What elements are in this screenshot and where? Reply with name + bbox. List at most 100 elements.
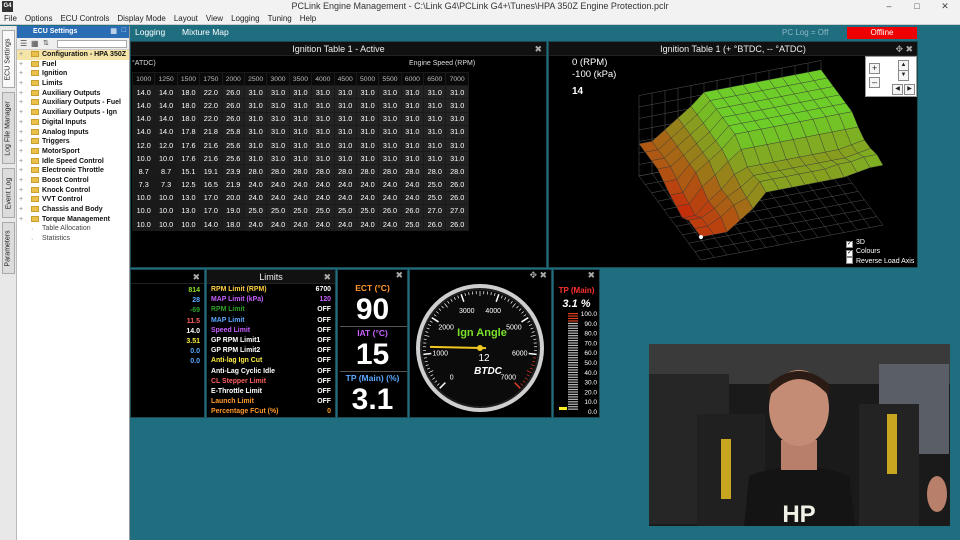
table-cell[interactable]: 31.0: [423, 124, 447, 139]
table-cell[interactable]: 31.0: [400, 137, 425, 153]
table-cell[interactable]: 31.0: [400, 98, 425, 113]
table-cell[interactable]: 31.0: [311, 137, 335, 153]
table-cell[interactable]: 10.0: [154, 203, 178, 219]
table-cell[interactable]: 28.0: [311, 164, 335, 179]
table-cell[interactable]: 31.0: [355, 85, 380, 100]
table-cell[interactable]: 31.0: [333, 124, 357, 139]
table-cell[interactable]: 25.6: [221, 137, 245, 153]
table-cell[interactable]: 31.0: [333, 137, 357, 153]
expand-icon[interactable]: +: [19, 98, 23, 108]
table-cell[interactable]: 31.0: [378, 137, 402, 153]
table-cell[interactable]: 25.6: [221, 151, 245, 166]
tree-item[interactable]: + Idle Speed Control: [17, 157, 129, 167]
tab-logging[interactable]: Logging: [135, 27, 165, 37]
ignition-table-grid[interactable]: 1000 1250 1500 1750 2000 2500 3000 3500 4000 4500…: [131, 71, 469, 232]
table-cell[interactable]: 20.0: [221, 190, 245, 205]
sidebar-close-icon[interactable]: □: [122, 27, 126, 34]
expand-icon[interactable]: +: [19, 147, 23, 157]
menu-tuning[interactable]: Tuning: [264, 13, 296, 23]
tree-item[interactable]: + Auxiliary Outputs: [17, 89, 129, 99]
table-cell[interactable]: 13.0: [176, 203, 201, 219]
table-cell[interactable]: 24.0: [378, 217, 402, 232]
table-cell[interactable]: 14.0: [199, 217, 223, 232]
table-cell[interactable]: 14.0: [154, 98, 178, 113]
table-cell[interactable]: 17.6: [176, 137, 201, 153]
table-cell[interactable]: 26.0: [378, 203, 402, 219]
table-cell[interactable]: 10.0: [131, 217, 156, 232]
table-cell[interactable]: 22.0: [199, 111, 223, 126]
table-cell[interactable]: 31.0: [378, 98, 402, 113]
tree-item[interactable]: + VVT Control: [17, 195, 129, 205]
table-cell[interactable]: 10.0: [154, 217, 178, 232]
expand-icon[interactable]: +: [19, 128, 23, 138]
tree-item[interactable]: + Ignition: [17, 69, 129, 79]
expand-icon[interactable]: +: [19, 157, 23, 167]
vtab-log-file-manager[interactable]: Log File Manager: [2, 92, 15, 164]
tree-item[interactable]: + Configuration - HPA 350Z: [17, 50, 129, 60]
table-cell[interactable]: 17.8: [176, 124, 201, 139]
table-cell[interactable]: 31.0: [311, 98, 335, 113]
expand-icon[interactable]: +: [19, 89, 23, 99]
panel-close-icon[interactable]: ✖: [587, 270, 595, 281]
rpm-axis-cell[interactable]: 7000: [445, 71, 469, 87]
rpm-axis-cell[interactable]: 6000: [400, 71, 425, 87]
table-cell[interactable]: 26.0: [445, 217, 469, 232]
table-cell[interactable]: 25.0: [311, 203, 335, 219]
table-cell[interactable]: 16.5: [199, 177, 223, 192]
table-cell[interactable]: 28.0: [333, 164, 357, 179]
table-cell[interactable]: 31.0: [423, 85, 447, 100]
table-cell[interactable]: 8.7: [131, 164, 156, 179]
expand-icon[interactable]: +: [19, 108, 23, 118]
table-cell[interactable]: 31.0: [355, 151, 380, 166]
table-cell[interactable]: 24.0: [288, 217, 313, 232]
table-cell[interactable]: 31.0: [400, 111, 425, 126]
table-cell[interactable]: 23.9: [221, 164, 245, 179]
table-cell[interactable]: 31.0: [311, 124, 335, 139]
table-cell[interactable]: 31.0: [355, 98, 380, 113]
rotate-right-button[interactable]: ▶: [904, 84, 915, 95]
table-cell[interactable]: 26.0: [221, 98, 245, 113]
table-cell[interactable]: 24.0: [400, 190, 425, 205]
table-cell[interactable]: 24.0: [243, 217, 268, 232]
tree-item[interactable]: · Statistics: [17, 234, 129, 244]
graph-option-checkbox[interactable]: ✓ 3D: [846, 239, 914, 248]
table-cell[interactable]: 31.0: [445, 137, 469, 153]
table-cell[interactable]: 21.6: [199, 151, 223, 166]
minimize-icon[interactable]: –: [875, 0, 903, 13]
table-cell[interactable]: 28.0: [378, 164, 402, 179]
graph-option-checkbox[interactable]: Reverse Load Axis: [846, 257, 914, 266]
table-cell[interactable]: 24.0: [266, 177, 290, 192]
sidebar-search-input[interactable]: [57, 40, 127, 48]
table-cell[interactable]: 31.0: [423, 98, 447, 113]
tree-item[interactable]: + Knock Control: [17, 186, 129, 196]
table-cell[interactable]: 31.0: [288, 98, 313, 113]
panel-close-icon[interactable]: ✖: [192, 270, 200, 284]
table-cell[interactable]: 31.0: [288, 111, 313, 126]
table-cell[interactable]: 27.0: [445, 203, 469, 219]
connection-status-button[interactable]: Offline: [847, 27, 917, 39]
tree-item[interactable]: + MotorSport: [17, 147, 129, 157]
table-cell[interactable]: 28.0: [355, 164, 380, 179]
table-cell[interactable]: 12.0: [154, 137, 178, 153]
tree-item[interactable]: + Auxiliary Outputs - Ign: [17, 108, 129, 118]
expand-icon[interactable]: +: [19, 166, 23, 176]
table-cell[interactable]: 31.0: [423, 151, 447, 166]
tree-item[interactable]: + Fuel: [17, 60, 129, 70]
menu-layout[interactable]: Layout: [170, 13, 202, 23]
table-cell[interactable]: 31.0: [378, 85, 402, 100]
pin-icon[interactable]: ▦: [110, 27, 117, 35]
table-cell[interactable]: 31.0: [288, 85, 313, 100]
table-cell[interactable]: 31.0: [355, 137, 380, 153]
rpm-axis-cell[interactable]: 1500: [176, 71, 201, 87]
table-cell[interactable]: 25.8: [221, 124, 245, 139]
rpm-axis-cell[interactable]: 4500: [333, 71, 357, 87]
tree-item[interactable]: + Analog Inputs: [17, 128, 129, 138]
tree-item[interactable]: + Limits: [17, 79, 129, 89]
table-cell[interactable]: 31.0: [355, 124, 380, 139]
table-cell[interactable]: 31.0: [378, 111, 402, 126]
table-cell[interactable]: 14.0: [154, 85, 178, 100]
menu-help[interactable]: Help: [296, 13, 320, 23]
table-cell[interactable]: 26.0: [221, 85, 245, 100]
panel-close-icon[interactable]: ✖: [395, 270, 403, 281]
rpm-axis-cell[interactable]: 2500: [243, 71, 268, 87]
